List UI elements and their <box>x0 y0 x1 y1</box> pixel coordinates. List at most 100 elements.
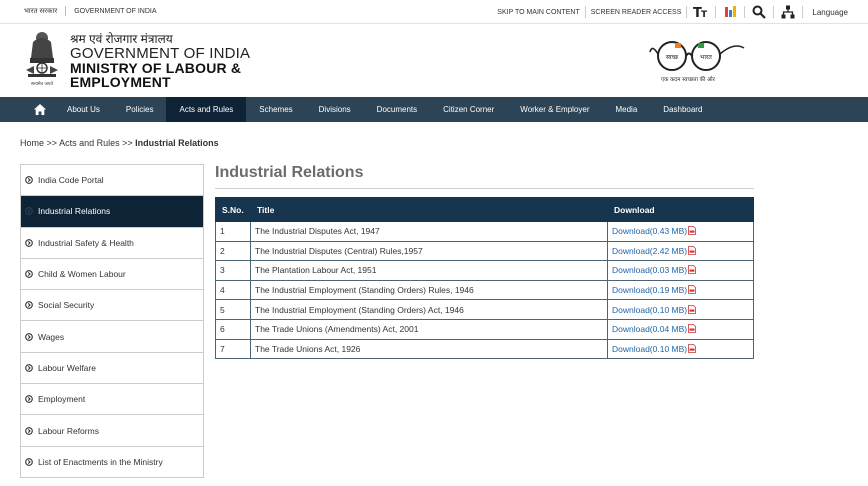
table-row: 6 The Trade Unions (Amendments) Act, 200… <box>215 318 754 340</box>
cell-download: Download(0.10 MB) <box>607 338 754 360</box>
sidebar-item-india-code-portal[interactable]: India Code Portal <box>21 165 203 197</box>
pdf-icon[interactable] <box>688 245 697 255</box>
nav-citizen-corner[interactable]: Citizen Corner <box>430 97 507 122</box>
sidebar-item-wages[interactable]: Wages <box>21 321 203 353</box>
breadcrumb-acts[interactable]: Acts and Rules <box>59 138 120 148</box>
govt-label-group: भारत सरकार GOVERNMENT OF INDIA <box>24 6 157 16</box>
arrow-circle-icon <box>25 426 33 435</box>
nav-worker-employer[interactable]: Worker & Employer <box>507 97 602 122</box>
column-header-title: Title <box>250 197 608 222</box>
cell-sno: 3 <box>215 260 251 281</box>
sidebar-item-industrial-relations[interactable]: Industrial Relations <box>21 196 203 228</box>
breadcrumb-separator: >> <box>46 138 58 148</box>
divider <box>686 6 688 18</box>
nav-about-us[interactable]: About Us <box>54 97 113 122</box>
cell-title: The Industrial Employment (Standing Orde… <box>250 279 608 301</box>
swachh-word: स्वच्छ <box>666 54 679 61</box>
color-contrast-icon[interactable] <box>721 3 739 21</box>
nav-policies[interactable]: Policies <box>113 97 167 122</box>
download-link[interactable]: Download(0.19 MB) <box>612 285 687 295</box>
sidebar-item-label: Labour Welfare <box>38 362 96 373</box>
cell-sno: 6 <box>215 318 251 340</box>
sidebar-item-label: India Code Portal <box>38 175 104 186</box>
arrow-circle-icon <box>25 270 33 278</box>
arrow-circle-icon <box>25 457 33 466</box>
sidebar-item-label: Social Security <box>38 300 95 311</box>
cell-sno: 5 <box>215 299 251 320</box>
cell-sno: 7 <box>215 338 251 360</box>
cell-download: Download(0.19 MB) <box>607 279 754 301</box>
sidebar-item-label: Industrial Safety & Health <box>38 237 134 248</box>
nav-media[interactable]: Media <box>602 97 650 122</box>
sidebar-item-label: Child & Women Labour <box>38 269 126 280</box>
search-icon[interactable] <box>750 3 768 21</box>
sidebar-item-label: Industrial Relations <box>38 206 111 217</box>
pdf-icon[interactable] <box>688 343 697 353</box>
nav-divisions[interactable]: Divisions <box>306 97 364 122</box>
breadcrumb-separator: >> <box>122 138 133 148</box>
divider <box>744 6 746 18</box>
arrow-circle-icon <box>25 207 33 216</box>
nav-dashboard[interactable]: Dashboard <box>650 97 715 122</box>
cell-sno: 1 <box>215 221 251 242</box>
pdf-icon[interactable] <box>688 285 697 294</box>
swachh-bharat-logo-icon: स्वच्छ भारत एक कदम स्वच्छता की ओर <box>649 41 745 83</box>
screen-reader-link[interactable]: SCREEN READER ACCESS <box>591 9 682 16</box>
pdf-icon[interactable] <box>688 265 697 275</box>
cell-download: Download(2.42 MB) <box>607 240 754 262</box>
page-title: Industrial Relations <box>215 164 754 189</box>
arrow-circle-icon <box>25 238 33 247</box>
emblem-motto: सत्यमेव जयते <box>31 80 54 87</box>
table-row: 1 The Industrial Disputes Act, 1947 Down… <box>215 221 754 242</box>
cell-title: The Trade Unions Act, 1926 <box>250 338 608 360</box>
arrow-circle-icon <box>25 364 33 372</box>
cell-title: The Industrial Employment (Standing Orde… <box>250 299 608 320</box>
sidebar-item-labour-welfare[interactable]: Labour Welfare <box>21 352 203 385</box>
cell-download: Download(0.03 MB) <box>607 260 754 281</box>
national-emblem-icon[interactable]: सत्यमेव जयते <box>22 28 62 88</box>
nav-documents[interactable]: Documents <box>364 97 430 122</box>
divider <box>715 6 717 18</box>
cell-title: The Plantation Labour Act, 1951 <box>250 260 608 281</box>
sidebar-item-child-women-labour[interactable]: Child & Women Labour <box>21 258 203 291</box>
column-header-sno: S.No. <box>215 197 251 222</box>
download-link[interactable]: Download(0.03 MB) <box>612 265 687 275</box>
cell-title: The Industrial Disputes Act, 1947 <box>250 221 608 242</box>
download-link[interactable]: Download(0.10 MB) <box>612 305 687 315</box>
sidebar-item-industrial-safety-health[interactable]: Industrial Safety & Health <box>21 227 203 259</box>
download-link[interactable]: Download(0.04 MB) <box>612 324 687 334</box>
pdf-icon[interactable] <box>688 324 697 334</box>
sidebar-item-labour-reforms[interactable]: Labour Reforms <box>21 415 203 447</box>
pdf-icon[interactable] <box>688 304 697 314</box>
sidebar-item-employment[interactable]: Employment <box>21 384 203 416</box>
cell-download: Download(0.04 MB) <box>607 318 754 340</box>
sitemap-icon[interactable] <box>779 3 797 21</box>
sidebar-item-list-of-enactments[interactable]: List of Enactments in the Ministry <box>21 446 203 478</box>
text-size-icon[interactable]: TT <box>692 3 710 21</box>
language-selector[interactable]: Language <box>812 8 848 17</box>
sidebar-item-social-security[interactable]: Social Security <box>21 290 203 322</box>
divider <box>65 6 67 16</box>
accessibility-toolbar: SKIP TO MAIN CONTENT SCREEN READER ACCES… <box>497 2 848 22</box>
arrow-circle-icon <box>25 176 33 184</box>
download-link[interactable]: Download(2.42 MB) <box>612 246 687 256</box>
nav-home-icon[interactable] <box>26 97 54 122</box>
divider <box>584 6 586 18</box>
pdf-icon[interactable] <box>688 226 697 236</box>
cell-title: The Industrial Disputes (Central) Rules,… <box>250 240 608 262</box>
table-header-row: S.No. Title Download <box>215 197 754 222</box>
download-link[interactable]: Download(0.43 MB) <box>612 226 687 236</box>
table-row: 5 The Industrial Employment (Standing Or… <box>215 299 754 320</box>
ministry-title-block[interactable]: श्रम एवं रोजगार मंत्रालय GOVERNMENT OF I… <box>70 33 251 90</box>
skip-to-main-link[interactable]: SKIP TO MAIN CONTENT <box>497 9 579 16</box>
arrow-circle-icon <box>25 332 33 341</box>
sidebar-menu: India Code Portal Industrial Relations I… <box>20 164 204 478</box>
svg-text:T: T <box>701 10 708 19</box>
download-link[interactable]: Download(0.10 MB) <box>612 344 687 354</box>
breadcrumb-home[interactable]: Home <box>20 138 44 148</box>
gov-of-india-label: GOVERNMENT OF INDIA <box>70 45 251 62</box>
breadcrumb-current: Industrial Relations <box>135 138 219 148</box>
nav-schemes[interactable]: Schemes <box>246 97 305 122</box>
acts-table: S.No. Title Download 1 The Industrial Di… <box>215 197 754 360</box>
nav-acts-and-rules[interactable]: Acts and Rules <box>166 97 247 122</box>
